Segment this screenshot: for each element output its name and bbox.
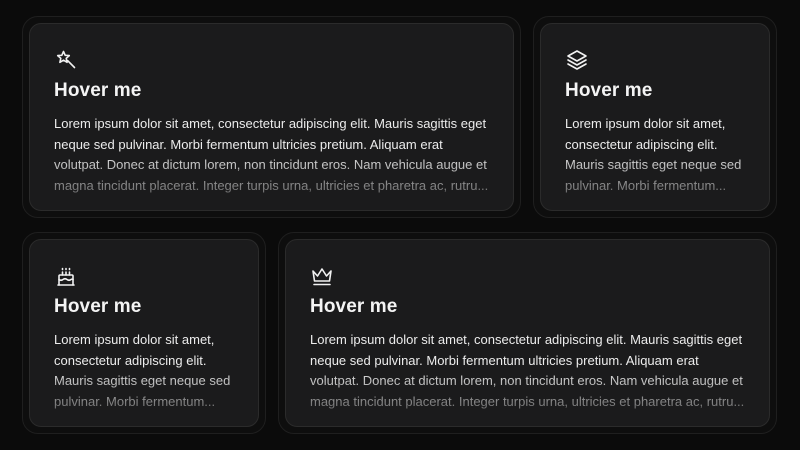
layers-icon: [565, 48, 589, 72]
birthday-cake-icon: [54, 264, 78, 288]
hover-card-2[interactable]: Hover me Lorem ipsum dolor sit amet, con…: [540, 23, 770, 211]
hover-card-4[interactable]: Hover me Lorem ipsum dolor sit amet, con…: [285, 239, 770, 427]
hover-card-1[interactable]: Hover me Lorem ipsum dolor sit amet, con…: [29, 23, 514, 211]
card-title: Hover me: [54, 296, 142, 317]
card-title: Hover me: [310, 296, 398, 317]
card-grid: Hover me Lorem ipsum dolor sit amet, con…: [0, 0, 800, 450]
card-wrapper-1: Hover me Lorem ipsum dolor sit amet, con…: [22, 16, 521, 218]
card-wrapper-4: Hover me Lorem ipsum dolor sit amet, con…: [278, 232, 777, 434]
card-description: Lorem ipsum dolor sit amet, consectetur …: [565, 116, 742, 193]
card-wrapper-2: Hover me Lorem ipsum dolor sit amet, con…: [533, 16, 777, 218]
card-wrapper-3: Hover me Lorem ipsum dolor sit amet, con…: [22, 232, 266, 434]
card-description: Lorem ipsum dolor sit amet, consectetur …: [310, 332, 745, 409]
crown-icon: [310, 264, 334, 288]
magic-wand-star-icon: [54, 48, 78, 72]
hover-card-3[interactable]: Hover me Lorem ipsum dolor sit amet, con…: [29, 239, 259, 427]
card-title: Hover me: [565, 80, 653, 101]
card-description: Lorem ipsum dolor sit amet, consectetur …: [54, 116, 489, 193]
card-title: Hover me: [54, 80, 142, 101]
card-description: Lorem ipsum dolor sit amet, consectetur …: [54, 332, 231, 409]
